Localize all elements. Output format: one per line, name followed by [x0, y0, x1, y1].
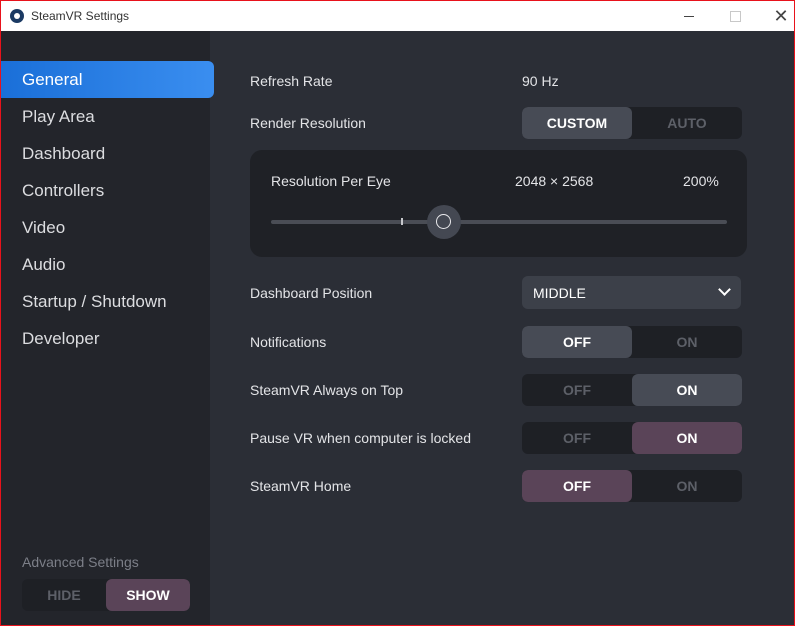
sidebar-item-general[interactable]: General: [1, 61, 214, 98]
sidebar-item-video[interactable]: Video: [1, 209, 214, 246]
steamvr-home-on[interactable]: ON: [632, 470, 742, 502]
slider-default-tick: [401, 218, 403, 225]
notifications-toggle: OFF ON: [522, 326, 742, 358]
advanced-show-option[interactable]: SHOW: [106, 579, 190, 611]
steamvr-home-toggle: OFF ON: [522, 470, 742, 502]
resolution-per-eye-value: 2048 × 2568: [515, 173, 594, 189]
sidebar-item-audio[interactable]: Audio: [1, 246, 214, 283]
sidebar-item-dashboard[interactable]: Dashboard: [1, 135, 214, 172]
sidebar: General Play Area Dashboard Controllers …: [1, 31, 214, 625]
close-icon: ✕: [773, 5, 789, 26]
pause-when-locked-off[interactable]: OFF: [522, 422, 632, 454]
render-resolution-label: Render Resolution: [250, 115, 366, 131]
pause-when-locked-label: Pause VR when computer is locked: [250, 430, 471, 446]
resolution-slider-handle[interactable]: [427, 205, 462, 239]
chevron-down-icon: [718, 283, 731, 296]
render-resolution-toggle: CUSTOM AUTO: [522, 107, 742, 139]
notifications-off[interactable]: OFF: [522, 326, 632, 358]
sidebar-item-developer[interactable]: Developer: [1, 320, 214, 357]
refresh-rate-value: 90 Hz: [522, 73, 559, 89]
resolution-per-eye-label: Resolution Per Eye: [271, 173, 391, 189]
advanced-hide-option[interactable]: HIDE: [22, 579, 106, 611]
dashboard-position-value: MIDDLE: [533, 284, 586, 301]
minimize-button[interactable]: [666, 1, 712, 31]
general-settings-panel: Refresh Rate 90 Hz Render Resolution CUS…: [210, 31, 794, 625]
resolution-percent: 200%: [683, 173, 719, 189]
steamvr-home-label: SteamVR Home: [250, 478, 352, 494]
always-on-top-on[interactable]: ON: [632, 374, 742, 406]
resolution-slider-track[interactable]: [271, 220, 727, 224]
notifications-on[interactable]: ON: [632, 326, 742, 358]
pause-when-locked-on[interactable]: ON: [632, 422, 742, 454]
always-on-top-toggle: OFF ON: [522, 374, 742, 406]
dashboard-position-label: Dashboard Position: [250, 285, 373, 301]
steamvr-settings-window: SteamVR Settings ✕ General Play Area Das…: [0, 0, 795, 626]
refresh-rate-label: Refresh Rate: [250, 73, 333, 89]
minimize-icon: [684, 15, 694, 17]
title-bar: SteamVR Settings ✕: [1, 1, 794, 31]
pause-when-locked-toggle: OFF ON: [522, 422, 742, 454]
advanced-settings-toggle: HIDE SHOW: [22, 579, 190, 611]
close-button[interactable]: ✕: [758, 1, 794, 31]
advanced-settings-label: Advanced Settings: [22, 554, 139, 570]
sidebar-item-controllers[interactable]: Controllers: [1, 172, 214, 209]
notifications-label: Notifications: [250, 334, 327, 350]
maximize-icon: [729, 10, 741, 22]
render-resolution-auto[interactable]: AUTO: [632, 107, 742, 139]
steamvr-app-icon: [10, 9, 24, 23]
window-title: SteamVR Settings: [31, 9, 130, 23]
maximize-button[interactable]: [712, 1, 758, 31]
always-on-top-off[interactable]: OFF: [522, 374, 632, 406]
always-on-top-label: SteamVR Always on Top: [250, 382, 404, 398]
resolution-per-eye-panel: Resolution Per Eye 2048 × 2568 200%: [250, 150, 747, 257]
render-resolution-custom[interactable]: CUSTOM: [522, 107, 632, 139]
steamvr-home-off[interactable]: OFF: [522, 470, 632, 502]
dashboard-position-select[interactable]: MIDDLE: [522, 276, 741, 309]
sidebar-item-startup-shutdown[interactable]: Startup / Shutdown: [1, 283, 214, 320]
sidebar-item-play-area[interactable]: Play Area: [1, 98, 214, 135]
